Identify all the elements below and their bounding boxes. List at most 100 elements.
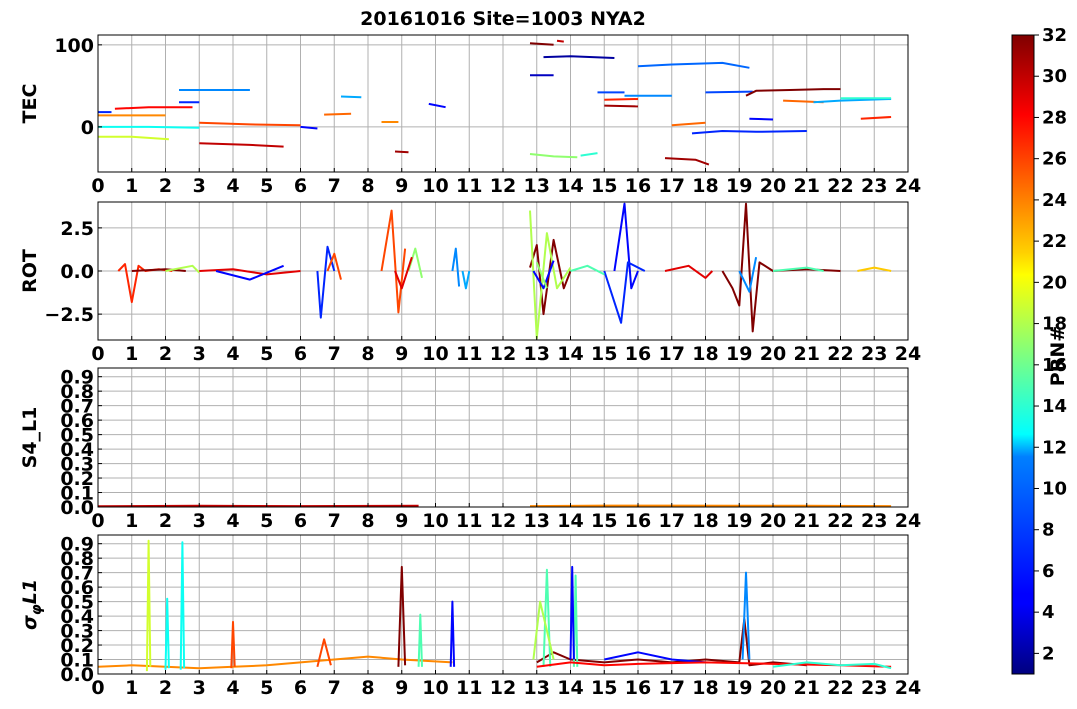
- x-tick-label: 18: [692, 510, 718, 532]
- x-tick-label: 21: [794, 510, 820, 532]
- colorbar-tick-label: 32: [1042, 25, 1067, 46]
- series-prn-13-seg-0: [98, 125, 200, 129]
- x-tick-label: 8: [361, 175, 374, 197]
- y-axis-label: TEC: [19, 84, 41, 124]
- x-tick-label: 19: [726, 510, 752, 532]
- x-tick-label: 21: [794, 677, 820, 699]
- x-tick-label: 5: [260, 677, 273, 699]
- panel-series: [98, 39, 892, 166]
- x-tick-label: 13: [524, 175, 550, 197]
- x-tick-label: 4: [226, 175, 239, 197]
- x-tick-label: 7: [328, 510, 341, 532]
- x-tick-label: 6: [294, 175, 307, 197]
- y-tick-label: 100: [54, 35, 94, 57]
- x-tick-label: 2: [159, 510, 172, 532]
- panel-1: 0 1 2 3 4 5 6 7 8 9 10 11 12 13 14 15 16 17 18 19 20 21 22 23 24…: [19, 201, 921, 365]
- x-tick-label: 20: [760, 510, 786, 532]
- x-tick-label: 10: [422, 343, 448, 365]
- chart-title: 20161016 Site=1003 NYA2: [360, 8, 646, 30]
- x-tick-label: 22: [827, 510, 853, 532]
- x-tick-label: 20: [760, 343, 786, 365]
- series-prn-15-seg-0: [570, 264, 605, 276]
- series-prn-30-seg-0: [556, 39, 564, 43]
- series-prn-7-seg-1: [705, 90, 753, 94]
- series-prn-29-seg-0: [199, 268, 301, 276]
- x-tick-label: 24: [895, 510, 921, 532]
- series-prn-27-seg-1: [860, 116, 892, 120]
- x-tick-label: 23: [861, 343, 887, 365]
- x-tick-label: 0: [91, 343, 104, 365]
- x-tick-label: 2: [159, 677, 172, 699]
- panel-grid: [97, 368, 909, 508]
- y-tick-label: 0.9: [60, 367, 94, 389]
- x-tick-label: 18: [692, 343, 718, 365]
- x-tick-label: 15: [591, 510, 617, 532]
- colorbar-gradient: [1011, 34, 1035, 675]
- x-tick-label: 8: [361, 343, 374, 365]
- series-prn-6-seg-0: [316, 245, 336, 319]
- series-prn-28-seg-0: [114, 106, 193, 110]
- series-prn-19-seg-0: [145, 539, 152, 672]
- x-tick-label: 22: [827, 175, 853, 197]
- panel-3: 0 1 2 3 4 5 6 7 8 9 10 11 12 13 14 15 16 17 18 19 20 21 22 23 24…: [19, 534, 921, 699]
- panel-grid: [97, 35, 909, 172]
- series-prn-19-seg-0: [98, 135, 169, 141]
- x-tick-label: 6: [294, 510, 307, 532]
- series-prn-10-seg-1: [813, 98, 892, 104]
- panel-2: 0 1 2 3 4 5 6 7 8 9 10 11 12 13 14 15 16 17 18 19 20 21 22 23 24…: [19, 367, 921, 532]
- colorbar-tick-label: 22: [1042, 231, 1067, 252]
- figure: 20161016 Site=1003 NYA2 0 1 2 3 4 5 6 7 8 9 10 11 12…: [19, 8, 1069, 699]
- x-tick-label: 9: [395, 510, 408, 532]
- series-prn-25-seg-1: [671, 121, 706, 127]
- colorbar-tick-label: 10: [1042, 478, 1067, 499]
- colorbar-tick-label: 26: [1042, 149, 1067, 170]
- x-tick-label: 20: [760, 677, 786, 699]
- x-tick-label: 14: [557, 677, 583, 699]
- y-axis-label: S4_L1: [19, 407, 41, 469]
- x-tick-label: 3: [193, 343, 206, 365]
- x-tick-label: 15: [591, 175, 617, 197]
- x-tick-label: 6: [294, 677, 307, 699]
- x-tick-label: 23: [861, 677, 887, 699]
- colorbar-label: PRN#: [1047, 326, 1069, 386]
- x-tick-label: 19: [726, 677, 752, 699]
- x-tick-label: 3: [193, 677, 206, 699]
- y-axis-label: σφL1: [19, 579, 45, 630]
- x-tick-label: 17: [659, 510, 685, 532]
- x-tick-label: 9: [395, 677, 408, 699]
- x-tick-label: 4: [226, 677, 239, 699]
- x-tick-label: 11: [456, 343, 482, 365]
- series-prn-6-seg-2: [691, 130, 807, 135]
- colorbar-tick-label: 8: [1042, 520, 1055, 541]
- x-tick-label: 15: [591, 677, 617, 699]
- y-tick-label: 2.5: [60, 218, 94, 240]
- x-tick-label: 17: [659, 677, 685, 699]
- series-prn-14-seg-0: [580, 152, 598, 157]
- colorbar-tick-label: 12: [1042, 437, 1067, 458]
- x-tick-label: 11: [456, 510, 482, 532]
- x-tick-label: 16: [625, 343, 651, 365]
- x-tick-label: 17: [659, 175, 685, 197]
- x-tick-label: 22: [827, 677, 853, 699]
- x-tick-label: 1: [125, 677, 138, 699]
- x-tick-label: 1: [125, 175, 138, 197]
- x-tick-label: 5: [260, 343, 273, 365]
- x-tick-label: 1: [125, 343, 138, 365]
- x-tick-label: 2: [159, 175, 172, 197]
- x-tick-label: 24: [895, 175, 921, 197]
- x-tick-label: 7: [328, 343, 341, 365]
- panels: 0 1 2 3 4 5 6 7 8 9 10 11 12 13 14 15 16 17 18 19 20 21 22 23 24…: [19, 34, 921, 699]
- series-prn-27-seg-0: [604, 98, 639, 101]
- series-prn-10-seg-0: [461, 270, 471, 290]
- series-prn-31-seg-0: [604, 104, 639, 108]
- series-prn-9-seg-0: [451, 247, 461, 287]
- x-tick-label: 18: [692, 677, 718, 699]
- x-tick-label: 13: [524, 343, 550, 365]
- x-tick-label: 5: [260, 510, 273, 532]
- series-prn-32-seg-0: [745, 88, 841, 97]
- x-tick-label: 19: [726, 343, 752, 365]
- x-tick-label: 12: [490, 343, 516, 365]
- colorbar-tick-label: 24: [1042, 190, 1067, 211]
- x-tick-label: 17: [659, 343, 685, 365]
- x-tick-label: 12: [490, 510, 516, 532]
